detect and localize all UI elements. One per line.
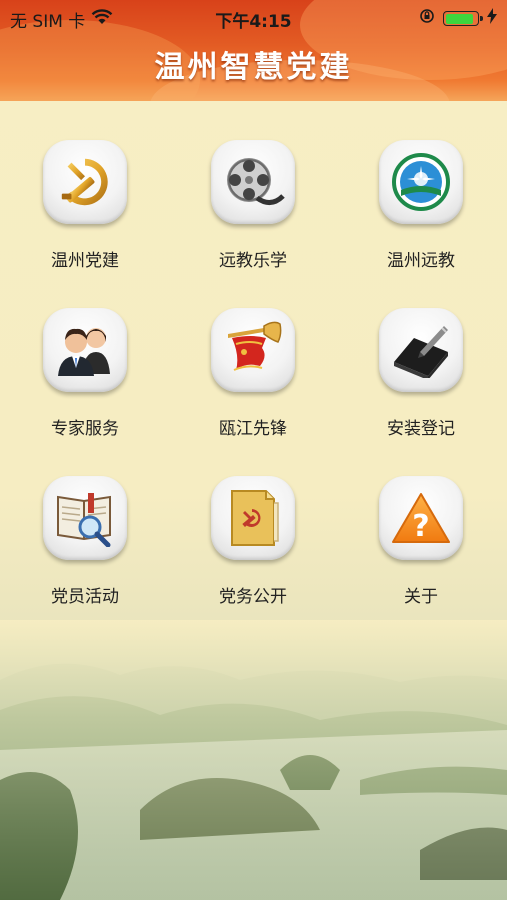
- menu-item-label: 温州党建: [51, 251, 119, 271]
- menu-item-label: 安装登记: [387, 419, 455, 439]
- menu-item-label: 党员活动: [51, 587, 119, 607]
- app-screen: 无 SIM 卡 下午4:15 温州智慧党建 温州党建 远教乐学 温州远教 专家服…: [0, 0, 507, 900]
- battery-fill: [445, 13, 474, 24]
- menu-item-member-activities[interactable]: 党员活动: [20, 476, 150, 616]
- remote-education-logo-icon: [379, 140, 463, 224]
- menu-item-wenzhou-party[interactable]: 温州党建: [20, 140, 150, 280]
- menu-item-install-register[interactable]: 安装登记: [356, 308, 486, 448]
- experts-icon: [43, 308, 127, 392]
- menu-item-party-affairs[interactable]: 党务公开: [188, 476, 318, 616]
- tablet-pen-icon: [379, 308, 463, 392]
- menu-item-expert-service[interactable]: 专家服务: [20, 308, 150, 448]
- app-header: 无 SIM 卡 下午4:15 温州智慧党建: [0, 0, 507, 101]
- party-emblem-icon: [43, 140, 127, 224]
- menu-item-remote-learning[interactable]: 远教乐学: [188, 140, 318, 280]
- bugle-flag-icon: [211, 308, 295, 392]
- menu-item-label: 温州远教: [387, 251, 455, 271]
- menu-item-about[interactable]: ? 关于: [356, 476, 486, 616]
- status-bar: 无 SIM 卡 下午4:15: [0, 0, 507, 34]
- film-reel-icon: [211, 140, 295, 224]
- battery-icon: [443, 11, 483, 26]
- app-title: 温州智慧党建: [154, 50, 353, 85]
- party-folder-icon: [211, 476, 295, 560]
- charging-bolt-icon: [487, 8, 497, 29]
- menu-item-oujiang-pioneer[interactable]: 瓯江先锋: [188, 308, 318, 448]
- warning-question-icon: ?: [379, 476, 463, 560]
- orientation-lock-icon: [419, 8, 435, 29]
- menu-item-label: 瓯江先锋: [219, 419, 287, 439]
- menu-item-label: 关于: [404, 587, 438, 607]
- svg-text:?: ?: [412, 509, 429, 544]
- menu-item-label: 专家服务: [51, 419, 119, 439]
- menu-item-wenzhou-remote-edu[interactable]: 温州远教: [356, 140, 486, 280]
- landscape-background-image: [0, 620, 507, 900]
- book-magnifier-icon: [43, 476, 127, 560]
- menu-item-label: 党务公开: [219, 587, 287, 607]
- menu-item-label: 远教乐学: [219, 251, 287, 271]
